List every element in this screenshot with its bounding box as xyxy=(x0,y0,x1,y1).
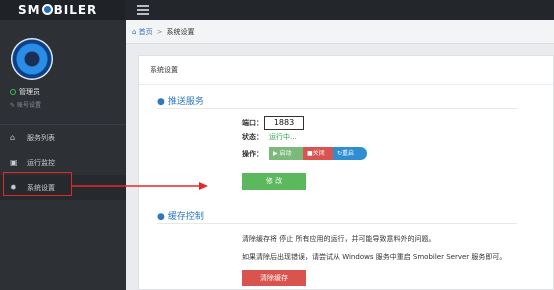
modify-button[interactable]: 修 改 xyxy=(242,173,306,190)
cache-help-text: 如果清除后出现错误，请尝试从 Windows 服务中重启 Smobiler Se… xyxy=(242,253,507,261)
highlight-box xyxy=(3,172,72,196)
section-divider xyxy=(157,223,517,224)
close-button[interactable]: ■关闭 xyxy=(303,147,333,160)
annotation-arrow-icon xyxy=(72,182,208,190)
cache-control-title: ● 缓存控制 xyxy=(157,212,204,222)
sidebar-item-service-list[interactable]: ⌂ 服务列表 xyxy=(0,125,126,150)
status-value: 运行中... xyxy=(269,133,297,141)
brand-text-start: SM xyxy=(18,3,41,17)
avatar xyxy=(11,38,53,80)
breadcrumb-home[interactable]: ⌂ 首页 xyxy=(132,28,153,36)
settings-panel: 系统设置 ● 推送服务 端口： 1883 状态： 运行中... 操作： ▶ 启动 … xyxy=(138,55,554,290)
user-name: 管理员 xyxy=(10,87,40,97)
sidebar: 管理员 ✎ 账号设置 ⌂ 服务列表 ▣ 运行监控 ✹ 系统设置 xyxy=(0,20,126,290)
panel-title: 系统设置 xyxy=(139,56,553,85)
port-label: 端口： xyxy=(242,119,263,127)
section-divider xyxy=(157,108,517,109)
brand-text-end: BILER xyxy=(53,3,98,17)
breadcrumb: ⌂ 首页 > 系统设置 xyxy=(126,20,554,44)
brand-logo[interactable]: SM BILER xyxy=(0,0,125,20)
push-service-title: ● 推送服务 xyxy=(157,97,204,107)
status-label: 状态： xyxy=(242,133,263,141)
breadcrumb-current: 系统设置 xyxy=(166,28,195,36)
restart-button[interactable]: ↻重启 xyxy=(333,147,367,160)
breadcrumb-separator: > xyxy=(156,28,163,36)
cache-warning-text: 清除缓存将 停止 所有应用的运行，并可能导致意料外的问题。 xyxy=(242,235,436,243)
top-bar: SM BILER xyxy=(0,0,554,20)
clear-cache-button[interactable]: 清除缓存 xyxy=(242,270,306,286)
online-status-icon xyxy=(10,89,16,95)
brand-o-icon xyxy=(41,4,53,15)
port-input[interactable]: 1883 xyxy=(264,116,304,130)
menu-toggle-icon[interactable] xyxy=(137,5,149,15)
start-button[interactable]: ▶ 启动 xyxy=(269,147,303,160)
action-label: 操作： xyxy=(242,150,263,158)
account-settings-link[interactable]: ✎ 账号设置 xyxy=(10,100,41,109)
home-icon: ⌂ xyxy=(10,133,16,142)
main-content: ⌂ 首页 > 系统设置 系统设置 ● 推送服务 端口： 1883 状态： 运行中...… xyxy=(126,20,554,290)
